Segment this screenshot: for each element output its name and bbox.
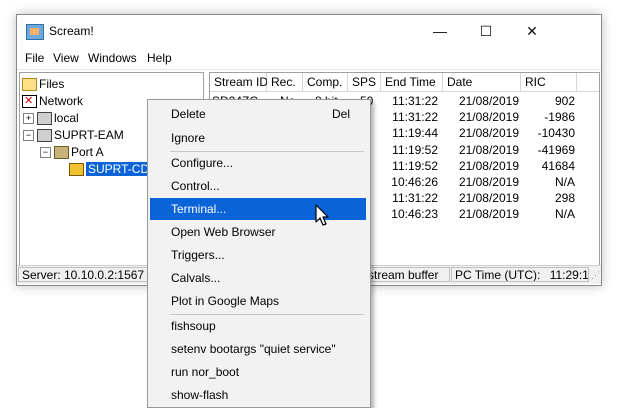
- column-header-ric[interactable]: RIC: [521, 73, 577, 92]
- title-bar[interactable]: Scream! — ☐ ✕: [17, 15, 601, 47]
- cell-ric: N/A: [554, 207, 575, 222]
- window-title: Scream!: [49, 24, 94, 38]
- column-header-sps[interactable]: SPS: [348, 73, 381, 92]
- cell-end-time: 11:19:52: [392, 158, 438, 173]
- cell-end-time: 10:46:26: [391, 175, 438, 189]
- cell-date: 21/08/2019: [458, 110, 519, 125]
- column-header-stream-id[interactable]: Stream ID: [210, 73, 268, 92]
- menu-item-control[interactable]: Control...: [150, 175, 366, 197]
- collapse-icon[interactable]: −: [40, 147, 51, 159]
- cell-end-time: 10:46:23: [391, 207, 438, 222]
- cell-date: 21/08/2019: [458, 94, 519, 108]
- column-header-rec[interactable]: Rec.: [267, 73, 303, 92]
- column-header-end-time[interactable]: End Time: [381, 73, 443, 92]
- menu-item-run-nor-boot[interactable]: run nor_boot: [150, 361, 366, 383]
- menu-item-label: Calvals...: [171, 271, 221, 285]
- menu-item-label: setenv bootargs "quiet service": [171, 342, 336, 356]
- cell-date: 21/08/2019: [458, 126, 519, 141]
- computer-icon: [37, 129, 52, 143]
- network-icon: [22, 93, 37, 110]
- menu-item-label: Control...: [171, 179, 220, 193]
- menu-item-label: run nor_boot: [171, 365, 240, 379]
- tree-item-label: Files: [39, 77, 65, 91]
- menu-item-setenv-bootargs[interactable]: setenv bootargs "quiet service": [150, 338, 366, 360]
- menu-item-label: show-flash: [171, 388, 229, 402]
- menu-item-triggers[interactable]: Triggers...: [150, 244, 366, 266]
- menu-item-terminal[interactable]: Terminal...: [150, 198, 366, 220]
- cell-date: 21/08/2019: [458, 175, 519, 189]
- tree-item-local[interactable]: + local: [23, 110, 79, 127]
- menu-item-open-web-browser[interactable]: Open Web Browser: [150, 221, 366, 243]
- status-pc-time: PC Time (UTC): 11:29:16: [451, 267, 589, 282]
- cell-end-time: 11:31:22: [392, 191, 438, 206]
- mouse-pointer-icon: [315, 204, 329, 226]
- pc-time-label: PC Time (UTC):: [455, 268, 541, 282]
- context-menu: Delete Del Ignore Configure... Control..…: [147, 99, 371, 408]
- column-header-date[interactable]: Date: [443, 73, 521, 92]
- tree-item-label: Network: [39, 94, 84, 108]
- menu-item-calvals[interactable]: Calvals...: [150, 267, 366, 289]
- menu-item-label: Terminal...: [171, 202, 227, 216]
- cell-ric: -1986: [544, 110, 575, 125]
- menu-item-label: Plot in Google Maps: [171, 294, 280, 308]
- menu-windows[interactable]: Windows: [88, 51, 137, 65]
- menu-item-configure[interactable]: Configure...: [150, 152, 366, 174]
- menu-item-label: Triggers...: [171, 248, 225, 262]
- tree-item-files[interactable]: Files: [22, 76, 64, 93]
- menu-item-show-flash[interactable]: show-flash: [150, 384, 366, 406]
- menu-bar: File View Windows Help: [17, 47, 601, 70]
- column-header-filler: [577, 73, 599, 92]
- minimize-button[interactable]: —: [417, 15, 463, 47]
- maximize-button[interactable]: ☐: [463, 15, 509, 47]
- close-button[interactable]: ✕: [509, 15, 555, 47]
- tree-item-network[interactable]: Network: [22, 93, 83, 110]
- menu-file[interactable]: File: [25, 51, 44, 65]
- tree-item-label: SUPRT-EAM: [54, 128, 124, 142]
- tree-item-label: Port A: [71, 145, 104, 159]
- digitiser-icon: [69, 163, 84, 177]
- resize-grip-icon[interactable]: ⋰: [591, 270, 600, 282]
- tree-item-label: local: [54, 111, 79, 125]
- menu-item-plot-google-maps[interactable]: Plot in Google Maps: [150, 290, 366, 312]
- computer-icon: [37, 112, 52, 126]
- menu-item-label: fishsoup: [171, 319, 216, 333]
- menu-view[interactable]: View: [53, 51, 79, 65]
- cell-end-time: 11:31:22: [392, 110, 438, 125]
- cell-end-time: 11:19:44: [392, 126, 438, 141]
- port-icon: [54, 146, 69, 160]
- cell-ric: N/A: [554, 175, 575, 189]
- folder-icon: [22, 78, 37, 92]
- expand-icon[interactable]: +: [23, 113, 34, 125]
- menu-item-fishsoup[interactable]: fishsoup: [150, 315, 366, 337]
- menu-item-delete[interactable]: Delete Del: [150, 103, 366, 125]
- app-icon: [26, 24, 44, 40]
- cell-ric: -41969: [537, 142, 575, 157]
- menu-item-shortcut: Del: [331, 107, 350, 121]
- menu-item-label: Open Web Browser: [171, 225, 276, 239]
- cell-date: 21/08/2019: [458, 207, 519, 222]
- cell-date: 21/08/2019: [458, 191, 519, 206]
- cell-ric: 41684: [541, 158, 575, 173]
- cell-date: 21/08/2019: [458, 142, 519, 157]
- cell-ric: 298: [554, 191, 575, 206]
- cell-ric: 902: [554, 94, 575, 108]
- menu-item-label: Configure...: [171, 156, 234, 170]
- cell-end-time: 11:19:52: [392, 142, 438, 157]
- menu-help[interactable]: Help: [147, 51, 172, 65]
- tree-item-port-a[interactable]: − Port A: [40, 144, 104, 161]
- column-header-comp[interactable]: Comp.: [303, 73, 348, 92]
- cell-ric: -10430: [537, 126, 575, 141]
- pc-time-value: 11:29:16: [549, 268, 589, 282]
- tree-item-suprt-eam[interactable]: − SUPRT-EAM: [23, 127, 124, 144]
- cell-date: 21/08/2019: [458, 158, 519, 173]
- menu-item-label: Delete: [171, 107, 206, 121]
- menu-item-label: Ignore: [171, 131, 206, 145]
- collapse-icon[interactable]: −: [23, 130, 34, 142]
- menu-item-ignore[interactable]: Ignore: [150, 127, 366, 149]
- cell-end-time: 11:31:22: [392, 94, 438, 108]
